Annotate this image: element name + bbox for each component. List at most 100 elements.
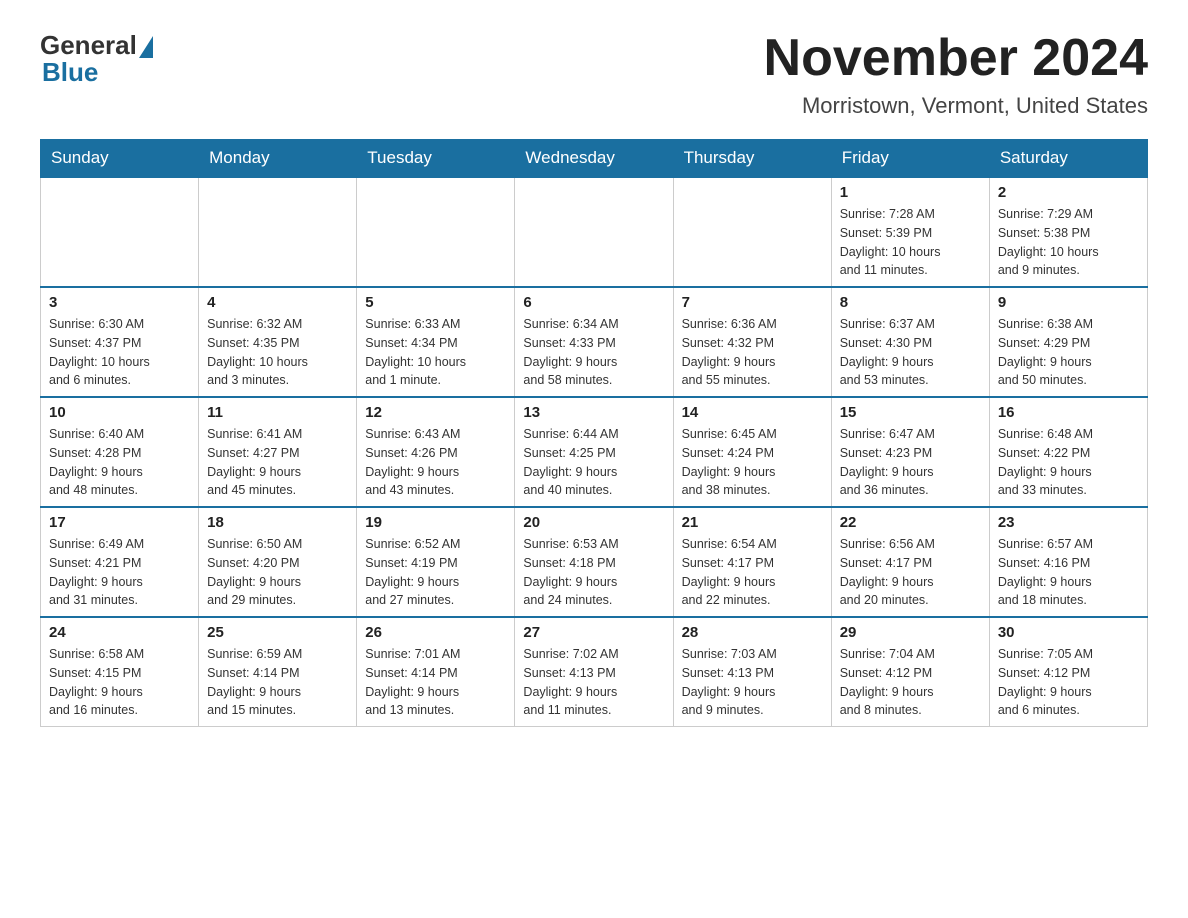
day-info: Sunrise: 7:28 AM Sunset: 5:39 PM Dayligh… [840,205,981,280]
day-number: 18 [207,514,348,531]
day-info: Sunrise: 7:29 AM Sunset: 5:38 PM Dayligh… [998,205,1139,280]
day-info: Sunrise: 6:30 AM Sunset: 4:37 PM Dayligh… [49,315,190,390]
calendar-cell-5-5: 28Sunrise: 7:03 AM Sunset: 4:13 PM Dayli… [673,617,831,727]
page-header: General Blue November 2024 Morristown, V… [40,30,1148,119]
calendar-cell-2-2: 4Sunrise: 6:32 AM Sunset: 4:35 PM Daylig… [199,287,357,397]
day-info: Sunrise: 6:49 AM Sunset: 4:21 PM Dayligh… [49,535,190,610]
calendar-cell-4-1: 17 Sunrise: 6:49 AM Sunset: 4:21 PM Dayli… [41,507,199,617]
calendar-cell-3-2: 11 Sunrise: 6:41 AM Sunset: 4:27 PM Dayli… [199,397,357,507]
day-number: 11 [207,404,348,421]
day-number: 10 [49,404,190,421]
day-number: 9 [998,294,1139,311]
calendar-cell-4-5: 21Sunrise: 6:54 AM Sunset: 4:17 PM Dayli… [673,507,831,617]
weekday-header-wednesday: Wednesday [515,140,673,178]
day-number: 2 [998,184,1139,201]
day-info: Sunrise: 7:02 AM Sunset: 4:13 PM Dayligh… [523,645,664,720]
calendar-cell-4-2: 18 Sunrise: 6:50 AM Sunset: 4:20 PM Dayli… [199,507,357,617]
calendar-cell-1-3 [357,177,515,287]
day-info: Sunrise: 6:59 AM Sunset: 4:14 PM Dayligh… [207,645,348,720]
day-number: 5 [365,294,506,311]
calendar-cell-1-5 [673,177,831,287]
day-number: 4 [207,294,348,311]
week-row-5: 24Sunrise: 6:58 AM Sunset: 4:15 PM Dayli… [41,617,1148,727]
day-number: 6 [523,294,664,311]
calendar-cell-1-2 [199,177,357,287]
weekday-header-sunday: Sunday [41,140,199,178]
weekday-header-monday: Monday [199,140,357,178]
calendar-cell-1-1 [41,177,199,287]
day-number: 15 [840,404,981,421]
calendar-subtitle: Morristown, Vermont, United States [764,93,1148,119]
day-number: 3 [49,294,190,311]
day-number: 21 [682,514,823,531]
day-number: 12 [365,404,506,421]
weekday-header-friday: Friday [831,140,989,178]
day-info: Sunrise: 6:33 AM Sunset: 4:34 PM Dayligh… [365,315,506,390]
day-info: Sunrise: 7:04 AM Sunset: 4:12 PM Dayligh… [840,645,981,720]
day-number: 24 [49,624,190,641]
calendar-cell-2-3: 5 Sunrise: 6:33 AM Sunset: 4:34 PM Daylig… [357,287,515,397]
day-number: 13 [523,404,664,421]
calendar-cell-3-7: 16Sunrise: 6:48 AM Sunset: 4:22 PM Dayli… [989,397,1147,507]
calendar-cell-2-1: 3 Sunrise: 6:30 AM Sunset: 4:37 PM Daylig… [41,287,199,397]
day-info: Sunrise: 6:57 AM Sunset: 4:16 PM Dayligh… [998,535,1139,610]
calendar-cell-3-4: 13Sunrise: 6:44 AM Sunset: 4:25 PM Dayli… [515,397,673,507]
title-block: November 2024 Morristown, Vermont, Unite… [764,30,1148,119]
day-info: Sunrise: 7:01 AM Sunset: 4:14 PM Dayligh… [365,645,506,720]
calendar-cell-3-3: 12 Sunrise: 6:43 AM Sunset: 4:26 PM Dayli… [357,397,515,507]
calendar-cell-1-4 [515,177,673,287]
calendar-cell-5-1: 24Sunrise: 6:58 AM Sunset: 4:15 PM Dayli… [41,617,199,727]
day-info: Sunrise: 6:43 AM Sunset: 4:26 PM Dayligh… [365,425,506,500]
calendar-cell-5-6: 29 Sunrise: 7:04 AM Sunset: 4:12 PM Dayli… [831,617,989,727]
logo: General Blue [40,30,153,88]
calendar-cell-4-4: 20Sunrise: 6:53 AM Sunset: 4:18 PM Dayli… [515,507,673,617]
day-number: 29 [840,624,981,641]
day-info: Sunrise: 6:41 AM Sunset: 4:27 PM Dayligh… [207,425,348,500]
weekday-header-row: SundayMondayTuesdayWednesdayThursdayFrid… [41,140,1148,178]
day-info: Sunrise: 6:34 AM Sunset: 4:33 PM Dayligh… [523,315,664,390]
week-row-3: 10 Sunrise: 6:40 AM Sunset: 4:28 PM Dayli… [41,397,1148,507]
day-number: 22 [840,514,981,531]
day-number: 20 [523,514,664,531]
calendar-cell-5-4: 27 Sunrise: 7:02 AM Sunset: 4:13 PM Dayli… [515,617,673,727]
calendar-cell-2-7: 9 Sunrise: 6:38 AM Sunset: 4:29 PM Daylig… [989,287,1147,397]
calendar-cell-1-6: 1 Sunrise: 7:28 AM Sunset: 5:39 PM Daylig… [831,177,989,287]
calendar-cell-3-1: 10 Sunrise: 6:40 AM Sunset: 4:28 PM Dayli… [41,397,199,507]
week-row-2: 3 Sunrise: 6:30 AM Sunset: 4:37 PM Daylig… [41,287,1148,397]
calendar-cell-4-6: 22 Sunrise: 6:56 AM Sunset: 4:17 PM Dayli… [831,507,989,617]
day-info: Sunrise: 6:56 AM Sunset: 4:17 PM Dayligh… [840,535,981,610]
calendar-cell-5-2: 25Sunrise: 6:59 AM Sunset: 4:14 PM Dayli… [199,617,357,727]
calendar-cell-2-5: 7Sunrise: 6:36 AM Sunset: 4:32 PM Daylig… [673,287,831,397]
day-info: Sunrise: 7:05 AM Sunset: 4:12 PM Dayligh… [998,645,1139,720]
calendar-cell-2-4: 6 Sunrise: 6:34 AM Sunset: 4:33 PM Daylig… [515,287,673,397]
calendar-cell-4-3: 19Sunrise: 6:52 AM Sunset: 4:19 PM Dayli… [357,507,515,617]
day-number: 27 [523,624,664,641]
day-number: 7 [682,294,823,311]
day-number: 23 [998,514,1139,531]
calendar-table: SundayMondayTuesdayWednesdayThursdayFrid… [40,139,1148,727]
day-info: Sunrise: 6:45 AM Sunset: 4:24 PM Dayligh… [682,425,823,500]
day-info: Sunrise: 6:52 AM Sunset: 4:19 PM Dayligh… [365,535,506,610]
day-info: Sunrise: 6:47 AM Sunset: 4:23 PM Dayligh… [840,425,981,500]
calendar-cell-2-6: 8 Sunrise: 6:37 AM Sunset: 4:30 PM Daylig… [831,287,989,397]
weekday-header-thursday: Thursday [673,140,831,178]
day-info: Sunrise: 7:03 AM Sunset: 4:13 PM Dayligh… [682,645,823,720]
calendar-cell-3-5: 14Sunrise: 6:45 AM Sunset: 4:24 PM Dayli… [673,397,831,507]
week-row-4: 17 Sunrise: 6:49 AM Sunset: 4:21 PM Dayli… [41,507,1148,617]
day-number: 17 [49,514,190,531]
calendar-cell-5-3: 26Sunrise: 7:01 AM Sunset: 4:14 PM Dayli… [357,617,515,727]
calendar-title: November 2024 [764,30,1148,87]
logo-triangle-icon [139,36,153,58]
weekday-header-saturday: Saturday [989,140,1147,178]
day-info: Sunrise: 6:38 AM Sunset: 4:29 PM Dayligh… [998,315,1139,390]
day-number: 30 [998,624,1139,641]
logo-blue-text: Blue [42,57,98,88]
day-number: 8 [840,294,981,311]
day-info: Sunrise: 6:50 AM Sunset: 4:20 PM Dayligh… [207,535,348,610]
day-info: Sunrise: 6:37 AM Sunset: 4:30 PM Dayligh… [840,315,981,390]
week-row-1: 1 Sunrise: 7:28 AM Sunset: 5:39 PM Daylig… [41,177,1148,287]
day-number: 1 [840,184,981,201]
day-info: Sunrise: 6:40 AM Sunset: 4:28 PM Dayligh… [49,425,190,500]
calendar-cell-5-7: 30 Sunrise: 7:05 AM Sunset: 4:12 PM Dayli… [989,617,1147,727]
day-info: Sunrise: 6:48 AM Sunset: 4:22 PM Dayligh… [998,425,1139,500]
